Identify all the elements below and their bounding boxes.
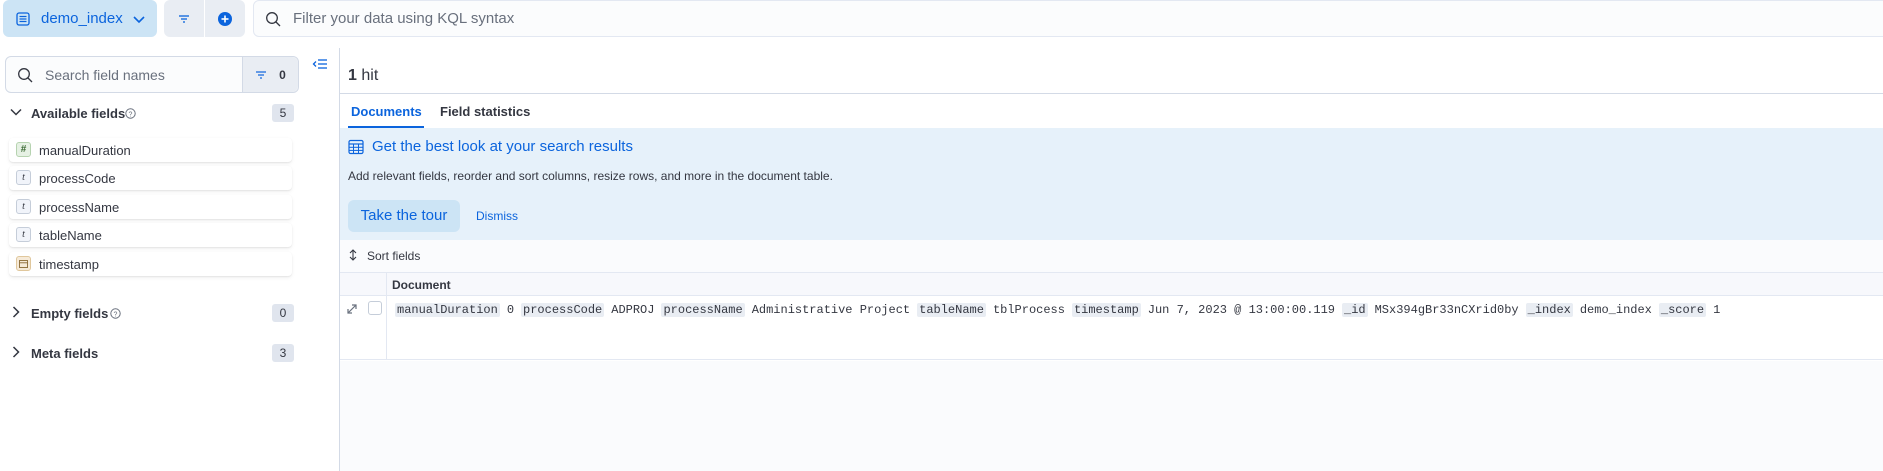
meta-fields-title: Meta fields: [31, 345, 99, 361]
meta-fields-count: 3: [272, 344, 294, 362]
doc-field-value: 0: [506, 303, 515, 317]
doc-field-key: manualDuration: [395, 303, 500, 317]
sort-toolbar: Sort fields: [340, 240, 1883, 272]
top-query-bar: demo_index: [0, 0, 1883, 40]
data-view-label: demo_index: [41, 10, 123, 27]
field-search-input[interactable]: [45, 66, 225, 83]
filter-icon: [256, 70, 267, 79]
document-summary: manualDuration 0 processCode ADPROJ processN…: [395, 302, 1727, 318]
hits-counter: 1 hit: [348, 67, 378, 85]
callout-title: Get the best look at your search results: [372, 138, 633, 155]
column-divider: [386, 296, 387, 360]
doc-field-value: MSx394gBr33nCXrid0by: [1374, 303, 1519, 317]
field-name: processCode: [39, 170, 116, 186]
doc-field-value: 1: [1713, 303, 1721, 317]
field-item-tableName[interactable]: t tableName: [9, 223, 292, 247]
field-item-timestamp[interactable]: timestamp: [9, 252, 292, 276]
grid-header: Document: [340, 272, 1883, 297]
text-type-icon: t: [16, 227, 31, 242]
expand-icon[interactable]: [346, 303, 358, 315]
data-view-picker[interactable]: demo_index: [3, 0, 157, 37]
field-name: manualDuration: [39, 142, 131, 158]
collapse-left-icon: [312, 59, 327, 69]
doc-field-value: Jun 7, 2023 @ 13:00:00.119: [1147, 303, 1335, 317]
doc-field-key: processName: [661, 303, 745, 317]
table-icon: [348, 139, 364, 155]
plus-circle-icon: [218, 11, 232, 26]
number-type-icon: #: [16, 142, 31, 157]
search-icon: [266, 11, 281, 26]
doc-field-key: _index: [1525, 303, 1573, 317]
filter-icon: [179, 14, 189, 23]
svg-text:?: ?: [129, 111, 133, 118]
callout-description: Add relevant fields, reorder and sort co…: [348, 169, 833, 183]
field-item-processName[interactable]: t processName: [9, 195, 292, 219]
doc-field-key: _score: [1658, 303, 1707, 317]
collapse-sidebar-button[interactable]: [312, 57, 328, 74]
filter-button-group: [164, 0, 245, 37]
filter-count: 0: [279, 67, 286, 82]
field-item-manualDuration[interactable]: # manualDuration: [9, 138, 292, 162]
tour-callout: Get the best look at your search results…: [340, 128, 1883, 240]
calendar-icon: [16, 256, 31, 271]
add-filter-button[interactable]: [205, 0, 245, 37]
chevron-right-icon: [12, 306, 20, 318]
field-name: timestamp: [39, 256, 99, 272]
row-select-checkbox[interactable]: [368, 301, 382, 315]
hits-label: hit: [361, 67, 379, 84]
column-divider: [386, 273, 387, 297]
tab-field-statistics[interactable]: Field statistics: [440, 104, 530, 119]
take-tour-button[interactable]: Take the tour: [348, 200, 460, 232]
document-column-header[interactable]: Document: [392, 278, 451, 292]
chevron-right-icon: [12, 346, 20, 358]
view-tabs: Documents Field statistics: [340, 94, 1883, 128]
filter-menu-button[interactable]: [164, 0, 204, 37]
field-search[interactable]: 0: [5, 56, 299, 93]
question-circle-icon[interactable]: ?: [125, 107, 136, 119]
doc-field-key: processCode: [521, 303, 605, 317]
empty-fields-title: Empty fields: [31, 305, 109, 321]
doc-field-key: timestamp: [1071, 303, 1141, 317]
doc-field-key: tableName: [917, 303, 986, 317]
field-item-processCode[interactable]: t processCode: [9, 166, 292, 190]
available-fields-header[interactable]: Available fields ? 5: [0, 102, 300, 124]
svg-text:?: ?: [114, 311, 118, 318]
sort-fields-button[interactable]: Sort fields: [367, 249, 420, 263]
sort-icon: [349, 249, 357, 261]
doc-field-value: tblProcess: [992, 303, 1065, 317]
tab-documents[interactable]: Documents: [351, 104, 422, 119]
search-icon: [18, 67, 33, 82]
doc-field-value: demo_index: [1579, 303, 1652, 317]
doc-field-key: _id: [1342, 303, 1368, 317]
data-view-icon: [16, 11, 30, 26]
grid-empty-area: [340, 361, 1883, 471]
table-row: manualDuration 0 processCode ADPROJ processN…: [340, 296, 1883, 360]
question-circle-icon[interactable]: ?: [110, 307, 121, 319]
empty-fields-count: 0: [272, 304, 294, 322]
dismiss-button[interactable]: Dismiss: [476, 209, 518, 223]
available-fields-count: 5: [272, 104, 294, 122]
text-type-icon: t: [16, 170, 31, 185]
meta-fields-header[interactable]: Meta fields 3: [0, 342, 300, 364]
kql-search-bar[interactable]: [253, 0, 1883, 37]
hits-count: 1: [348, 67, 357, 84]
field-list-sidebar: 0 Available fields ? 5 # manualDuration …: [0, 48, 327, 471]
text-type-icon: t: [16, 199, 31, 214]
field-name: processName: [39, 199, 120, 215]
doc-field-value: ADPROJ: [611, 303, 655, 317]
available-fields-title: Available fields: [31, 105, 126, 121]
doc-field-value: Administrative Project: [751, 303, 911, 317]
field-name: tableName: [39, 227, 102, 243]
empty-fields-header[interactable]: Empty fields ? 0: [0, 302, 300, 324]
kql-search-input[interactable]: [293, 10, 1193, 27]
chevron-down-icon: [133, 15, 145, 23]
chevron-down-icon: [10, 108, 22, 116]
field-type-filter-button[interactable]: 0: [242, 57, 298, 92]
